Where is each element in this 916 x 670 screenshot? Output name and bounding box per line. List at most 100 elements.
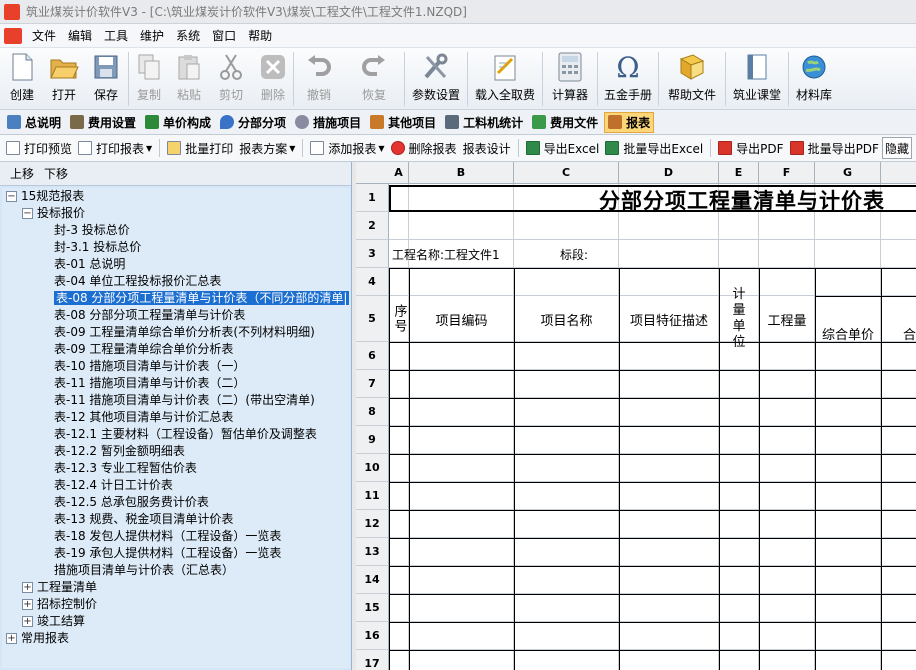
tab-reports[interactable]: 报表 [604,111,655,133]
row-header[interactable]: 9 [356,426,389,454]
menu-maintain[interactable]: 维护 [134,24,170,48]
expand-icon[interactable]: + [6,633,17,644]
tab-unit-price[interactable]: 单价构成 [142,112,214,133]
collapse-icon[interactable]: − [6,191,17,202]
row-header[interactable]: 16 [356,622,389,650]
column-header[interactable]: C [514,162,619,184]
column-header[interactable]: A [389,162,409,184]
classroom-button[interactable]: 筑业课堂 [726,48,788,108]
hide-button[interactable]: 隐藏 [881,137,912,159]
column-header[interactable]: E [719,162,759,184]
tree-node[interactable]: 表-04 单位工程投标报价汇总表 [2,273,350,290]
tab-material-stats[interactable]: 工料机统计 [442,112,526,133]
tree-node[interactable]: + 常用报表 [2,630,350,647]
print-preview-button[interactable]: 打印预览 [3,137,75,159]
tree-node[interactable]: 措施项目清单与计价表（汇总表） [2,562,350,579]
column-header[interactable]: G [815,162,881,184]
column-header[interactable]: B [409,162,514,184]
parameter-settings-button[interactable]: 参数设置 [405,48,467,108]
tree-node[interactable]: 表-12.1 主要材料（工程设备）暂估单价及调整表 [2,426,350,443]
row-header[interactable]: 8 [356,398,389,426]
load-fee-button[interactable]: 载入全取费 [468,48,542,108]
tab-fee-settings[interactable]: 费用设置 [67,112,139,133]
menu-app-icon[interactable] [4,27,22,44]
tree-node[interactable]: + 工程量清单 [2,579,350,596]
tree-node[interactable]: 表-08 分部分项工程量清单与计价表 [2,307,350,324]
batch-export-pdf-button[interactable]: 批量导出PDF [787,137,882,159]
tab-other-items[interactable]: 其他项目 [367,112,439,133]
row-header[interactable]: 5 [356,296,389,342]
tree-node[interactable]: 表-11 措施项目清单与计价表（二）(带出空清单) [2,392,350,409]
tree-node[interactable]: 封-3.1 投标总价 [2,239,350,256]
expand-icon[interactable]: + [22,616,33,627]
menu-help[interactable]: 帮助 [242,24,278,48]
tree-node[interactable]: 表-08 分部分项工程量清单与计价表（不同分部的清单| [2,290,350,307]
row-header[interactable]: 7 [356,370,389,398]
tree-node[interactable]: −15规范报表 [2,188,350,205]
material-library-button[interactable]: 材料库 [789,48,839,108]
tab-measures[interactable]: 措施项目 [292,112,364,133]
move-down-button[interactable]: 下移 [42,165,70,182]
delete-report-button[interactable]: 删除报表 [388,137,460,159]
tree-node[interactable]: 表-01 总说明 [2,256,350,273]
menu-tools[interactable]: 工具 [98,24,134,48]
row-header[interactable]: 10 [356,454,389,482]
tab-general-notes[interactable]: 总说明 [4,112,64,133]
help-file-button[interactable]: 帮助文件 [659,48,725,108]
collapse-icon[interactable]: − [22,208,33,219]
hardware-manual-button[interactable]: Ω 五金手册 [598,48,658,108]
menu-edit[interactable]: 编辑 [62,24,98,48]
tree-node[interactable]: 表-09 工程量清单综合单价分析表 [2,341,350,358]
tree-node[interactable]: 表-12.2 暂列金额明细表 [2,443,350,460]
tree-node[interactable]: 表-12.5 总承包服务费计价表 [2,494,350,511]
row-header[interactable]: 3 [356,240,389,268]
tree-node[interactable]: 表-18 发包人提供材料（工程设备）一览表 [2,528,350,545]
tree-node[interactable]: − 投标报价 [2,205,350,222]
cut-button[interactable]: 剪切 [209,48,253,108]
calculator-button[interactable]: 计算器 [543,48,597,108]
tree-node[interactable]: 封-3 投标总价 [2,222,350,239]
row-header[interactable]: 1 [356,184,389,212]
row-header[interactable]: 6 [356,342,389,370]
row-header[interactable]: 12 [356,510,389,538]
tree-node[interactable]: + 竣工结算 [2,613,350,630]
menu-system[interactable]: 系统 [170,24,206,48]
move-up-button[interactable]: 上移 [8,165,36,182]
batch-print-button[interactable]: 批量打印 [164,137,236,159]
tree-node[interactable]: 表-12.3 专业工程暂估价表 [2,460,350,477]
delete-button[interactable]: 删除 [253,48,293,108]
tree-node[interactable]: 表-19 承包人提供材料（工程设备）一览表 [2,545,350,562]
tree-node[interactable]: 表-12.4 计日工计价表 [2,477,350,494]
tab-sub-items[interactable]: 分部分项 [217,112,289,133]
undo-button[interactable]: 撤销 [294,48,344,108]
row-header[interactable]: 14 [356,566,389,594]
batch-export-excel-button[interactable]: 批量导出Excel [602,137,706,159]
row-header[interactable]: 11 [356,482,389,510]
row-header[interactable]: 17 [356,650,389,670]
tree-node[interactable]: 表-10 措施项目清单与计价表（一） [2,358,350,375]
column-header[interactable] [881,162,916,184]
export-pdf-button[interactable]: 导出PDF [715,137,786,159]
tree-node[interactable]: 表-12 其他项目清单与计价汇总表 [2,409,350,426]
add-report-button[interactable]: 添加报表 ▼ [307,137,387,159]
create-button[interactable]: 创建 [0,48,44,108]
row-header[interactable]: 4 [356,268,389,296]
open-button[interactable]: 打开 [44,48,84,108]
expand-icon[interactable]: + [22,599,33,610]
export-excel-button[interactable]: 导出Excel [523,137,603,159]
row-header[interactable]: 15 [356,594,389,622]
menu-file[interactable]: 文件 [26,24,62,48]
copy-button[interactable]: 复制 [129,48,169,108]
tree-node[interactable]: 表-13 规费、税金项目清单计价表 [2,511,350,528]
tree-node[interactable]: 表-09 工程量清单综合单价分析表(不列材料明细) [2,324,350,341]
tab-fee-file[interactable]: 费用文件 [529,112,601,133]
paste-button[interactable]: 粘贴 [169,48,209,108]
column-header[interactable]: F [759,162,815,184]
menu-window[interactable]: 窗口 [206,24,242,48]
report-design-button[interactable]: 报表设计 [460,137,514,159]
column-header[interactable]: D [619,162,719,184]
redo-button[interactable]: 恢复 [344,48,404,108]
row-header[interactable]: 13 [356,538,389,566]
print-report-button[interactable]: 打印报表 ▼ [75,137,155,159]
tree-node[interactable]: 表-11 措施项目清单与计价表（二） [2,375,350,392]
